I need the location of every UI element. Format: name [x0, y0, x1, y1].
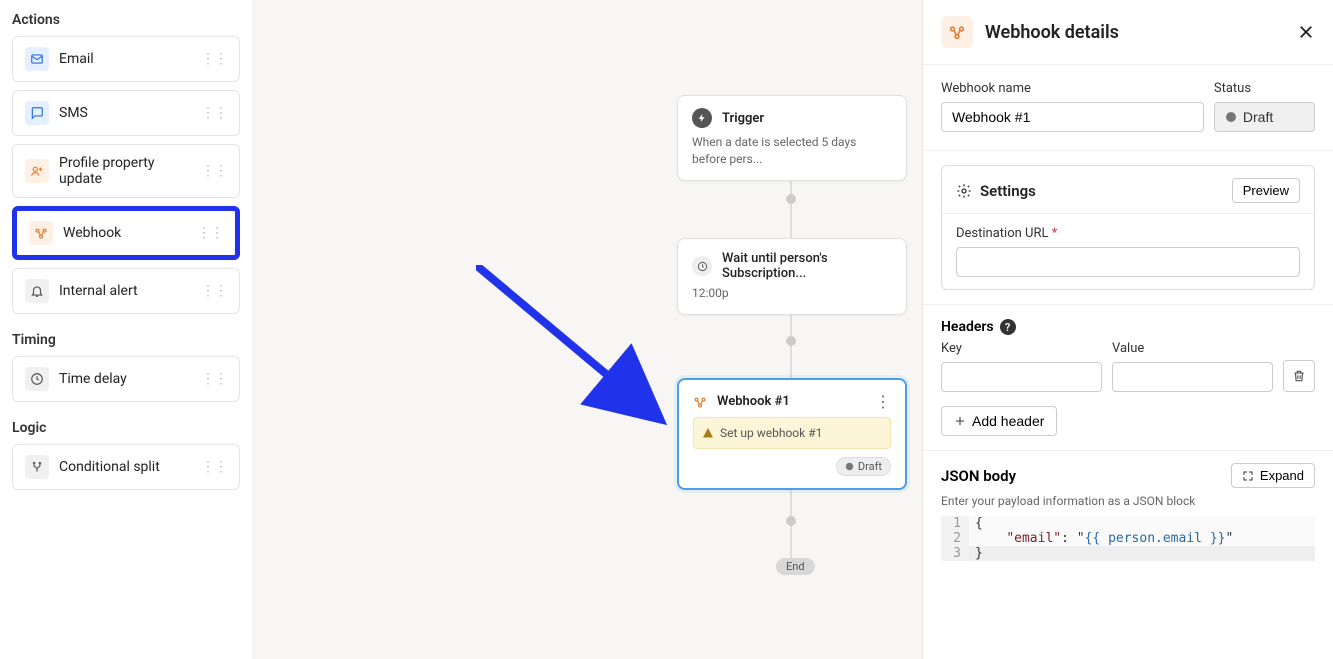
end-pill: End	[776, 558, 815, 575]
node-warning: Set up webhook #1	[693, 417, 891, 449]
section-logic-title: Logic	[12, 416, 240, 444]
draft-pill: Draft	[836, 457, 891, 476]
expand-icon	[1242, 470, 1254, 482]
warning-text: Set up webhook #1	[720, 426, 822, 440]
clock-icon	[25, 367, 49, 391]
actions-sidebar: Actions Email ⋮⋮ SMS ⋮⋮ Profile property…	[0, 0, 252, 659]
help-icon[interactable]: ?	[1000, 319, 1016, 335]
action-label: SMS	[59, 105, 88, 121]
settings-title: Settings	[980, 182, 1036, 200]
webhook-icon	[693, 395, 707, 409]
action-internal-alert[interactable]: Internal alert ⋮⋮	[12, 268, 240, 314]
panel-title: Webhook details	[985, 22, 1119, 43]
action-label: Conditional split	[59, 459, 160, 475]
drag-handle-icon[interactable]: ⋮⋮	[201, 163, 227, 179]
json-body-editor[interactable]: 1{ 2 "email": "{{ person.email }}" 3}	[941, 516, 1315, 561]
headers-title: Headers	[941, 319, 994, 335]
status-label: Status	[1214, 81, 1315, 96]
section-timing-title: Timing	[12, 328, 240, 356]
add-header-button[interactable]: Add header	[941, 406, 1057, 436]
alert-icon	[25, 279, 49, 303]
webhook-icon	[29, 221, 53, 245]
expand-button[interactable]: Expand	[1231, 463, 1315, 488]
flow-canvas[interactable]: Trigger When a date is selected 5 days b…	[252, 0, 922, 659]
status-button[interactable]: Draft	[1214, 102, 1315, 132]
webhook-name-input[interactable]	[941, 102, 1204, 132]
webhook-name-label: Webhook name	[941, 81, 1204, 96]
close-icon[interactable]	[1297, 23, 1315, 41]
drag-handle-icon[interactable]: ⋮⋮	[201, 459, 227, 475]
trigger-node[interactable]: Trigger When a date is selected 5 days b…	[677, 95, 907, 181]
wait-node[interactable]: Wait until person's Subscription... 12:0…	[677, 238, 907, 315]
json-body-help: Enter your payload information as a JSON…	[941, 494, 1315, 508]
action-label: Profile property update	[59, 155, 201, 187]
trigger-icon	[692, 108, 712, 128]
drag-handle-icon[interactable]: ⋮⋮	[201, 51, 227, 67]
annotation-arrow	[476, 265, 676, 435]
delete-header-button[interactable]	[1283, 360, 1315, 392]
destination-url-input[interactable]	[956, 247, 1300, 277]
webhook-icon	[941, 16, 973, 48]
drag-handle-icon[interactable]: ⋮⋮	[201, 283, 227, 299]
header-value-label: Value	[1112, 341, 1273, 356]
action-profile-property-update[interactable]: Profile property update ⋮⋮	[12, 144, 240, 198]
flow-dot	[786, 336, 796, 346]
header-value-input[interactable]	[1112, 362, 1273, 392]
split-icon	[25, 455, 49, 479]
webhook-node[interactable]: Webhook #1 ⋮ Set up webhook #1 Draft	[677, 378, 907, 490]
destination-url-label: Destination URL *	[956, 226, 1300, 241]
action-email[interactable]: Email ⋮⋮	[12, 36, 240, 82]
node-title: Wait until person's Subscription...	[722, 251, 892, 281]
action-conditional-split[interactable]: Conditional split ⋮⋮	[12, 444, 240, 490]
action-time-delay[interactable]: Time delay ⋮⋮	[12, 356, 240, 402]
warning-icon	[702, 427, 714, 439]
sms-icon	[25, 101, 49, 125]
trash-icon	[1292, 369, 1306, 383]
clock-icon	[692, 256, 712, 276]
section-actions-title: Actions	[12, 8, 240, 36]
action-label: Webhook	[63, 225, 121, 241]
json-body-title: JSON body	[941, 467, 1016, 485]
more-icon[interactable]: ⋮	[875, 392, 891, 411]
flow-dot	[786, 516, 796, 526]
header-key-input[interactable]	[941, 362, 1102, 392]
action-label: Email	[59, 51, 94, 67]
drag-handle-icon[interactable]: ⋮⋮	[201, 105, 227, 121]
webhook-details-panel: Webhook details Webhook name Status Draf…	[922, 0, 1333, 659]
plus-icon	[954, 415, 966, 427]
node-subtitle: When a date is selected 5 days before pe…	[692, 134, 892, 168]
action-label: Internal alert	[59, 283, 138, 299]
action-sms[interactable]: SMS ⋮⋮	[12, 90, 240, 136]
gear-icon	[956, 183, 972, 199]
wait-time: 12:00p	[692, 285, 892, 302]
flow-dot	[786, 194, 796, 204]
node-title: Trigger	[722, 111, 764, 126]
node-title: Webhook #1	[717, 394, 790, 409]
draft-icon	[845, 462, 854, 471]
drag-handle-icon[interactable]: ⋮⋮	[197, 225, 223, 241]
draft-icon	[1225, 111, 1237, 123]
header-key-label: Key	[941, 341, 1102, 356]
preview-button[interactable]: Preview	[1232, 178, 1300, 203]
email-icon	[25, 47, 49, 71]
profile-update-icon	[25, 159, 49, 183]
drag-handle-icon[interactable]: ⋮⋮	[201, 371, 227, 387]
action-label: Time delay	[59, 371, 127, 387]
action-webhook[interactable]: Webhook ⋮⋮	[12, 206, 240, 260]
